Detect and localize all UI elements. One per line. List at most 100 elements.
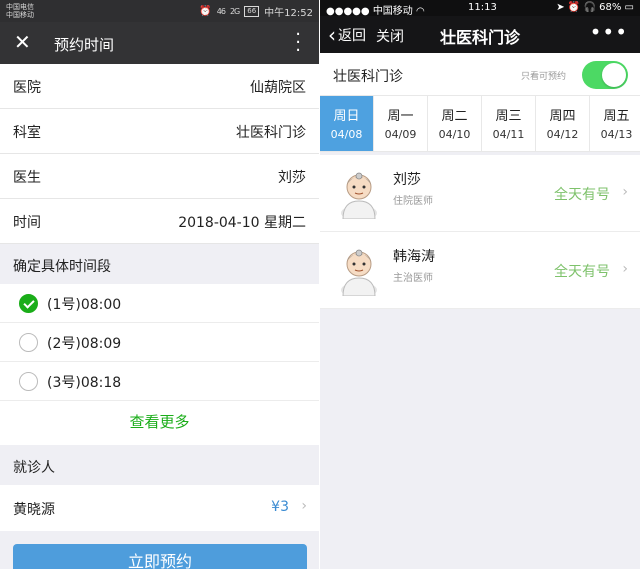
location-icon: ➤ [556,2,565,13]
doctor-row[interactable]: 刘莎 住院医师 全天有号 › [320,155,640,232]
timeslot-option[interactable]: (3号)08:18 [0,362,319,401]
timeslot-option[interactable]: (1号)08:00 [0,284,319,323]
nav-bar: ‹ 返回 关闭 壮医科门诊 ••• [320,16,640,53]
info-value: 刘莎 [278,170,306,186]
page-title: 预约时间 [54,36,115,54]
info-row-time: 时间 2018-04-10 星期二 [0,199,319,244]
info-value: 壮医科门诊 [236,125,306,141]
headphone-icon: 🎧 [583,2,596,13]
carrier-info: 中国电信 中国移动 [6,3,34,19]
doctor-row[interactable]: 韩海涛 主治医师 全天有号 › [320,232,640,309]
day-weekday: 周二 [441,109,468,124]
status-right: ⏰ 46 2G 66 中午12:52 [199,4,313,19]
radio-unchecked-icon[interactable] [19,333,38,352]
day-date: 04/09 [384,128,417,141]
day-weekday: 周日 [333,109,360,124]
availability-label: 全天有号 [554,187,610,203]
status-time: 中午12:52 [264,8,313,19]
day-tab[interactable]: 周一 04/09 [374,96,428,151]
day-date: 04/08 [330,128,363,141]
carrier: ●●●●● 中国移动 ◠ [326,6,425,17]
page-title: 壮医科门诊 [440,28,521,47]
radio-checked-icon[interactable] [19,294,38,313]
appointment-time-screen: 中国电信 中国移动 ⏰ 46 2G 66 中午12:52 ✕ 预约时间 · · · … [0,0,319,569]
status-bar: 中国电信 中国移动 ⏰ 46 2G 66 中午12:52 [0,0,319,22]
status-bar: ●●●●● 中国移动 ◠ 11:13 ➤ ⏰ 🎧 68% ▭ [320,0,640,17]
status-time: 11:13 [468,2,497,13]
day-weekday: 周三 [495,109,522,124]
info-value: 仙葫院区 [250,80,306,96]
doctor-name: 韩海涛 [393,249,435,265]
doctor-avatar-icon [341,172,377,219]
chevron-right-icon: › [622,184,628,200]
signal-46: 46 [216,7,226,16]
day-tab[interactable]: 周二 04/10 [428,96,482,151]
day-selector: 周日 04/08 周一 04/09 周二 04/10 周三 04/11 周四 0… [320,96,640,152]
section-header-timeslot: 确定具体时间段 [0,244,319,284]
timeslot-label: (2号)08:09 [47,336,122,352]
info-value: 2018-04-10 星期二 [178,215,306,231]
signal-2g: 2G [229,7,240,16]
department-bar: 壮医科门诊 只看可预约 [320,53,640,96]
book-now-button[interactable]: 立即预约 [13,544,307,569]
status-right: ➤ ⏰ 🎧 68% ▭ [556,2,634,13]
info-key: 医院 [13,80,41,96]
doctor-name: 刘莎 [393,172,421,188]
info-key: 时间 [13,215,41,231]
section-header-patient: 就诊人 [0,445,319,485]
day-tab[interactable]: 周四 04/12 [536,96,590,151]
info-row-department: 科室 壮医科门诊 [0,109,319,154]
alarm-icon: ⏰ [567,2,581,13]
doctor-list: 刘莎 住院医师 全天有号 › 韩海涛 主治医师 全天有号 › [320,155,640,309]
department-name: 壮医科门诊 [333,69,403,85]
battery-percent: 68% [599,2,622,13]
day-weekday: 周四 [549,109,576,124]
view-more-link[interactable]: 查看更多 [0,401,319,445]
battery-icon: ▭ [624,2,634,13]
day-date: 04/12 [546,128,579,141]
timeslot-label: (1号)08:00 [47,297,122,313]
patient-row[interactable]: 黄晓源 ¥3 › [0,485,319,531]
battery-level: 66 [244,6,260,17]
only-available-toggle[interactable] [582,61,628,89]
timeslot-label: (3号)08:18 [47,375,122,391]
info-key: 医生 [13,170,41,186]
toggle-knob [602,63,626,87]
close-button[interactable]: 关闭 [376,26,404,46]
close-icon[interactable]: ✕ [14,32,31,52]
back-button[interactable]: ‹ 返回 [328,25,366,45]
doctor-avatar-icon [341,249,377,296]
doctor-title: 主治医师 [393,273,433,284]
chevron-right-icon: › [622,261,628,277]
section-title: 确定具体时间段 [13,259,111,275]
availability-label: 全天有号 [554,264,610,280]
day-weekday: 周一 [387,109,414,124]
day-weekday: 周五 [603,109,630,124]
nav-bar: ✕ 预约时间 · · · [0,22,319,64]
day-date: 04/13 [600,128,633,141]
day-date: 04/11 [492,128,525,141]
doctor-title: 住院医师 [393,196,433,207]
carrier-2: 中国移动 [6,11,34,19]
radio-unchecked-icon[interactable] [19,372,38,391]
info-row-hospital: 医院 仙葫院区 [0,64,319,109]
only-available-label: 只看可预约 [521,72,567,82]
patient-name: 黄晓源 [13,502,55,518]
back-label: 返回 [338,28,366,44]
section-title: 就诊人 [13,460,55,476]
day-tab[interactable]: 周日 04/08 [320,96,374,151]
info-row-doctor: 医生 刘莎 [0,154,319,199]
info-key: 科室 [13,125,41,141]
chevron-right-icon: › [301,498,307,514]
day-tab[interactable]: 周五 04/13 [590,96,640,151]
day-tab[interactable]: 周三 04/11 [482,96,536,151]
timeslot-option[interactable]: (2号)08:09 [0,323,319,362]
department-schedule-screen: ●●●●● 中国移动 ◠ 11:13 ➤ ⏰ 🎧 68% ▭ ‹ 返回 关闭 壮… [320,0,640,569]
chevron-left-icon: ‹ [328,23,336,47]
day-date: 04/10 [438,128,471,141]
alarm-icon: ⏰ [199,6,212,17]
more-dots-icon[interactable]: ••• [590,20,628,44]
more-vertical-icon[interactable]: · · · [295,26,301,60]
carrier-1: 中国电信 [6,3,34,11]
fee-amount: ¥3 [271,499,289,515]
